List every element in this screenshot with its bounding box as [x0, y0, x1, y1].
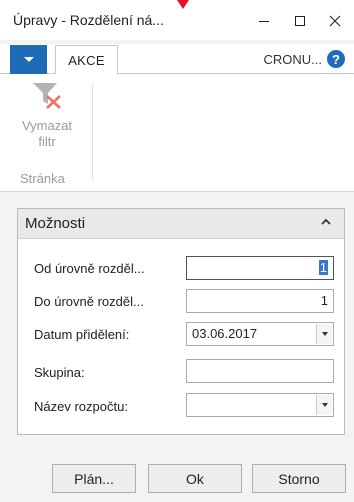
from-level-value: 1 — [318, 260, 328, 275]
window-title: Úpravy - Rozdělení ná... — [13, 12, 164, 28]
plan-button[interactable]: Plán... — [52, 464, 136, 493]
minimize-icon — [259, 21, 269, 22]
minimize-button[interactable] — [247, 6, 281, 36]
dropdown-arrow-icon — [23, 57, 34, 62]
chevron-down-icon — [321, 332, 328, 336]
chevron-up-icon[interactable] — [320, 216, 332, 228]
help-icon[interactable]: ? — [327, 50, 345, 68]
allocation-date-input[interactable]: 03.06.2017 — [186, 322, 334, 346]
ribbon-group-label: Stránka — [20, 171, 65, 186]
allocation-date-value: 03.06.2017 — [192, 326, 258, 341]
cancel-button[interactable]: Storno — [252, 464, 346, 493]
clear-filter-label-line1: Vymazat — [21, 118, 73, 133]
clear-filter-icon — [33, 83, 61, 109]
budget-name-label: Název rozpočtu: — [34, 399, 128, 414]
group-input[interactable] — [186, 359, 334, 383]
close-icon — [329, 15, 341, 27]
to-level-label: Do úrovně rozděl... — [34, 294, 144, 309]
to-level-value: 1 — [320, 293, 328, 308]
group-label: Skupina: — [34, 365, 85, 380]
budget-name-dropdown-button[interactable] — [316, 395, 332, 415]
allocation-date-dropdown-button[interactable] — [316, 324, 332, 344]
to-level-input[interactable]: 1 — [186, 289, 334, 313]
ribbon-tab-bar: AKCE CRONU... ? — [0, 44, 354, 75]
pointer-marker — [177, 0, 189, 9]
allocation-date-label: Datum přidělení: — [34, 327, 130, 342]
ribbon-separator — [92, 84, 93, 180]
close-button[interactable] — [318, 6, 352, 36]
window-title-bar: Úpravy - Rozdělení ná... — [0, 0, 354, 40]
from-level-input[interactable]: 1 — [186, 256, 334, 280]
tab-akce[interactable]: AKCE — [55, 45, 118, 75]
maximize-button[interactable] — [283, 6, 317, 36]
options-panel-header[interactable]: Možnosti — [18, 209, 344, 239]
app-menu-button[interactable] — [10, 45, 47, 74]
panel-title: Možnosti — [25, 215, 86, 232]
chevron-down-icon — [321, 403, 328, 407]
company-name[interactable]: CRONU... — [264, 52, 323, 67]
clear-filter-button[interactable]: Vymazat filtr — [14, 80, 80, 150]
budget-name-input[interactable] — [186, 393, 334, 417]
from-level-label: Od úrovně rozděl... — [34, 261, 145, 276]
maximize-icon — [295, 16, 305, 26]
options-panel: Možnosti Od úrovně rozděl... 1 Do úrovně… — [17, 208, 345, 435]
ok-button[interactable]: Ok — [148, 464, 242, 493]
ribbon-body: Vymazat filtr Stránka — [0, 74, 354, 192]
clear-filter-label-line2: filtr — [38, 134, 56, 149]
